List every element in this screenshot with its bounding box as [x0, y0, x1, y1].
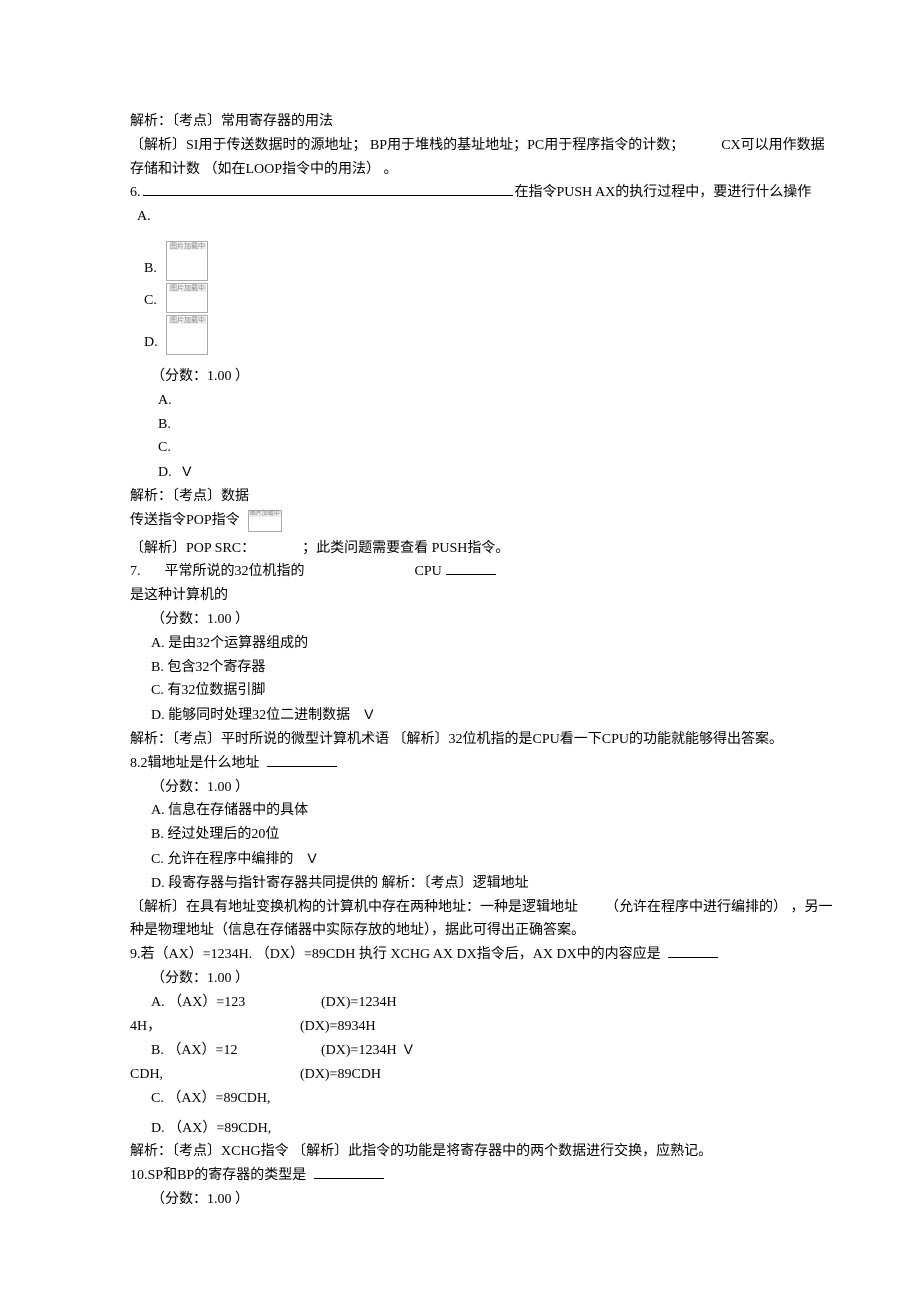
q9-exp: 解析：〔考点〕XCHG指令 〔解析〕此指令的功能是将寄存器中的两个数据进行交换，… [130, 1140, 920, 1164]
q8-stem: 8.2辑地址是什么地址 [130, 756, 260, 771]
q7-stem-2: 是这种计算机的 [130, 584, 920, 608]
check-icon: V [182, 463, 191, 479]
q6-option-C-row: C. 图片加载中 [144, 283, 920, 313]
check-icon: V [404, 1041, 413, 1057]
q6-answer-A: A. [130, 389, 920, 413]
q9-option-C: C. （AX）=89CDH, [130, 1087, 920, 1111]
pre-line-2a: 〔解析〕SI用于传送数据时的源地址； BP用于堆栈的基址地址；PC用于程序指令的… [130, 138, 684, 153]
image-placeholder-icon: 图片加载中 [166, 241, 208, 281]
q7-number: 7. [130, 560, 141, 584]
pre-line-1: 解析：〔考点〕常用寄存器的用法 [130, 110, 920, 134]
q7-stem-row1: 7. 平常所说的32位机指的 CPU [130, 560, 920, 584]
q9-dx-3-row: (DX)=1234H V [321, 1038, 413, 1063]
q9-B-left: B. （AX）=12 [130, 1039, 321, 1063]
q6-option-B-label: B. [144, 257, 162, 281]
q6-stem-text: 在指令PUSH AX的执行过程中，要进行什么操作 [515, 181, 812, 205]
q6-option-B-row: B. 图片加载中 [144, 241, 920, 281]
q9-B-cont: CDH, [130, 1063, 300, 1087]
check-icon: V [364, 706, 373, 722]
q8-option-D: D. 段寄存器与指针寄存器共同提供的 解析：〔考点〕逻辑地址 [130, 872, 920, 896]
q6-exp-1: 解析：〔考点〕数据 [130, 485, 920, 509]
q8-exp-2: 种是物理地址（信息在存储器中实际存放的地址），据此可得出正确答案。 [130, 919, 920, 943]
image-placeholder-icon: 图片加载中 [166, 283, 208, 313]
q8-blank [267, 766, 337, 767]
q6-score: （分数：1.00 ） [130, 365, 920, 389]
q8-option-C: C. 允许在程序中编排的 [151, 852, 293, 867]
q6-option-C-label: C. [144, 289, 162, 313]
q8-exp-1-row: 〔解析〕在具有地址变换机构的计算机中存在两种地址：一种是逻辑地址 （允许在程序中… [130, 896, 920, 920]
q6-option-D-label: D. [144, 331, 162, 355]
q8-option-B: B. 经过处理后的20位 [130, 823, 920, 847]
q9-dx-3: (DX)=1234H [321, 1043, 397, 1058]
q6-exp-3-pre: 〔解析〕POP SRC： [130, 541, 255, 556]
pre-line-2: 〔解析〕SI用于传送数据时的源地址； BP用于堆栈的基址地址；PC用于程序指令的… [130, 134, 920, 158]
pre-line-3: 存储和计数 （如在LOOP指令中的用法） 。 [130, 158, 920, 182]
q6-option-D-row: D. 图片加载中 [144, 315, 920, 355]
q9-row-4: CDH, (DX)=89CDH [130, 1063, 920, 1087]
q9-blank [668, 957, 718, 958]
q9-A-cont: 4H， [130, 1015, 300, 1039]
q9-dx-2: (DX)=8934H [300, 1015, 376, 1039]
q6-answer-B: B. [130, 413, 920, 437]
q6-exp-2: 传送指令POP指令 [130, 509, 240, 533]
q9-option-D: D. （AX）=89CDH, [130, 1117, 920, 1141]
q7-option-D: D. 能够同时处理32位二进制数据 [151, 708, 350, 723]
q10-stem-row: 10.SP和BP的寄存器的类型是 [130, 1164, 920, 1188]
q7-option-B: B. 包含32个寄存器 [130, 656, 920, 680]
q6-number: 6. [130, 181, 141, 205]
q6-exp-3: 〔解析〕POP SRC： ；此类问题需要查看 PUSH指令。 [130, 537, 920, 561]
q6-stem: 6. 在指令PUSH AX的执行过程中，要进行什么操作 [130, 181, 920, 205]
q9-stem: 9.若（AX）=1234H. （DX）=89CDH 执行 XCHG AX DX指… [130, 947, 661, 962]
q8-stem-row: 8.2辑地址是什么地址 [130, 752, 920, 776]
q9-row-2: 4H， (DX)=8934H [130, 1015, 920, 1039]
q9-row-1: A. （AX）=123 (DX)=1234H [130, 991, 920, 1015]
q7-option-C: C. 有32位数据引脚 [130, 679, 920, 703]
q6-option-A-label: A. [130, 205, 920, 229]
image-placeholder-icon: 图片加载中 [248, 510, 282, 532]
q7-option-A: A. 是由32个运算器组成的 [130, 632, 920, 656]
q8-option-C-row: C. 允许在程序中编排的 V [130, 847, 920, 872]
q6-exp-2-row: 传送指令POP指令 图片加载中 [130, 509, 920, 533]
q8-option-A: A. 信息在存储器中的具体 [130, 799, 920, 823]
q7-score: （分数：1.00 ） [130, 608, 920, 632]
q6-answer-D-label: D. [158, 465, 172, 480]
q6-answer-C: C. [130, 436, 920, 460]
q6-exp-3-post: ；此类问题需要查看 PUSH指令。 [302, 541, 509, 556]
q7-exp: 解析：〔考点〕平时所说的微型计算机术语 〔解析〕32位机指的是CPU看一下CPU… [130, 728, 920, 752]
q7-stem-1: 平常所说的32位机指的 [165, 560, 305, 584]
q9-stem-row: 9.若（AX）=1234H. （DX）=89CDH 执行 XCHG AX DX指… [130, 943, 920, 967]
q9-dx-1: (DX)=1234H [321, 991, 397, 1015]
q7-blank [446, 574, 496, 575]
q9-row-3: B. （AX）=12 (DX)=1234H V [130, 1038, 920, 1063]
q10-score: （分数：1.00 ） [130, 1188, 920, 1212]
image-placeholder-icon: 图片加载中 [166, 315, 208, 355]
q8-exp-1: 〔解析〕在具有地址变换机构的计算机中存在两种地址：一种是逻辑地址 [130, 900, 578, 915]
q7-cpu: CPU [415, 560, 442, 584]
q6-answer-D: D. V [130, 460, 920, 485]
q9-A-left: A. （AX）=123 [130, 991, 321, 1015]
q10-blank [314, 1178, 384, 1179]
q7-option-D-row: D. 能够同时处理32位二进制数据 V [130, 703, 920, 728]
q6-blank [143, 181, 513, 196]
pre-line-2b: CX可以用作数据 [721, 138, 824, 153]
q9-dx-4: (DX)=89CDH [300, 1063, 381, 1087]
q8-score: （分数：1.00 ） [130, 776, 920, 800]
q8-exp-1-tail: （允许在程序中进行编排的） ，另一 [605, 900, 833, 915]
q9-score: （分数：1.00 ） [130, 967, 920, 991]
q10-stem: 10.SP和BP的寄存器的类型是 [130, 1168, 306, 1183]
check-icon: V [307, 850, 316, 866]
